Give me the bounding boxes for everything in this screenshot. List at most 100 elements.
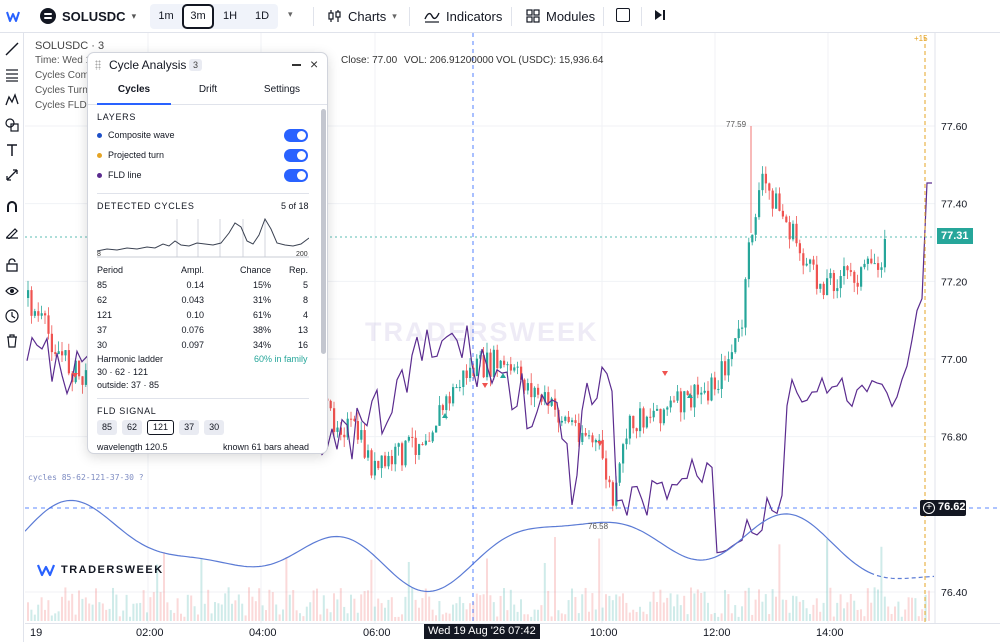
fld-chip-30[interactable]: 30 (204, 420, 225, 435)
volume-bar (727, 594, 730, 621)
panel-scrollbar[interactable] (321, 109, 326, 354)
toolbar-divider (409, 7, 410, 26)
volume-bar (78, 590, 80, 621)
app-logo-icon[interactable] (6, 8, 20, 24)
volume-bar (530, 616, 533, 621)
table-row[interactable]: 85 0.14 15% 5 (97, 280, 309, 295)
candle-body (673, 400, 676, 402)
trend-line-icon[interactable] (5, 42, 19, 56)
eye-icon[interactable] (5, 284, 19, 298)
layer-label: FLD line (108, 170, 142, 180)
candle-body (781, 210, 784, 217)
drag-handle-icon[interactable] (95, 60, 101, 70)
fld-chip-85[interactable]: 85 (97, 420, 118, 435)
tab-drift[interactable]: Drift (169, 84, 247, 95)
volume-bar (853, 600, 856, 621)
fld-chip-37[interactable]: 37 (179, 420, 200, 435)
indicators-icon (424, 12, 440, 23)
candle-body (771, 190, 774, 209)
timeframe-1d[interactable]: 1D (246, 4, 278, 29)
measure-icon[interactable] (5, 168, 19, 182)
timeframe-1m[interactable]: 1m (150, 4, 182, 29)
trash-icon[interactable] (5, 334, 19, 348)
modules-button[interactable]: Modules (526, 6, 595, 26)
candle-body (584, 432, 587, 436)
tab-cycles[interactable]: Cycles (95, 84, 173, 95)
candle-body (421, 444, 424, 446)
time-axis[interactable]: 19 02:00 04:00 06:00 10:00 12:00 14:00 W… (25, 623, 1000, 642)
fib-lines-icon[interactable] (5, 68, 19, 82)
candle-body (669, 400, 672, 408)
table-row[interactable]: 121 0.10 61% 4 (97, 310, 309, 325)
header-period: Period (97, 265, 124, 275)
timeframe-1h[interactable]: 1H (214, 4, 246, 29)
composite-wave-toggle[interactable] (284, 129, 308, 142)
candle-body (822, 283, 825, 296)
volume-bar (173, 612, 176, 621)
fld-line-toggle[interactable] (284, 169, 308, 182)
volume-bar (251, 596, 254, 621)
indicators-button[interactable]: Indicators (424, 6, 502, 26)
spectrum-max-label: 200 (296, 251, 308, 258)
divider (97, 398, 309, 399)
legend-cycles-turns[interactable]: Cycles Turns (35, 85, 93, 96)
minimize-icon[interactable] (292, 64, 301, 66)
panel-header[interactable]: Cycle Analysis 3 × (88, 53, 327, 77)
magnet-icon[interactable] (5, 200, 19, 214)
volume-bar (135, 603, 138, 621)
text-tool-icon[interactable] (5, 143, 19, 157)
fld-chip-121[interactable]: 121 (147, 420, 175, 435)
toolbar-divider (313, 7, 314, 26)
pattern-icon[interactable] (5, 93, 19, 107)
cycle-spectrum-chart[interactable] (97, 213, 309, 258)
cell-rep: 5 (302, 280, 308, 290)
volume-bar (105, 609, 108, 621)
timeframe-3m[interactable]: 3m (182, 4, 214, 29)
candle-body (611, 482, 614, 506)
toolbar-divider (603, 7, 604, 26)
legend-cycles-fld[interactable]: Cycles FLD (35, 100, 87, 111)
charts-button[interactable]: Charts ▾ (327, 6, 397, 26)
volume-bar (904, 609, 907, 621)
shapes-icon[interactable] (5, 118, 19, 132)
close-icon[interactable]: × (310, 56, 318, 72)
turn-marker (662, 371, 668, 376)
volume-bar (537, 609, 539, 621)
volume-bar (775, 596, 777, 621)
timeframe-more-icon[interactable]: ▾ (288, 9, 293, 20)
volume-bar (557, 610, 560, 621)
symbol-selector[interactable]: SOLUSDC ▾ (40, 5, 136, 27)
replay-icon[interactable] (654, 9, 666, 21)
volume-bar (353, 598, 356, 621)
volume-bar (27, 602, 29, 621)
volume-bar (101, 603, 104, 621)
cell-ampl: 0.043 (181, 295, 204, 305)
candle-body (591, 435, 594, 443)
projected-turn-marker: +15 (914, 34, 928, 43)
candle-body (826, 278, 829, 296)
volume-bar (394, 616, 397, 621)
table-row[interactable]: 30 0.097 34% 16 (97, 340, 309, 355)
plus-icon[interactable]: + (923, 502, 935, 514)
brand-name: TRADERSWEEK (61, 564, 164, 576)
candle-body (530, 383, 533, 398)
fld-chip-62[interactable]: 62 (122, 420, 143, 435)
tab-settings[interactable]: Settings (243, 84, 321, 95)
price-tick: 76.80 (941, 432, 967, 444)
volume-bar (506, 610, 509, 621)
lock-icon[interactable] (5, 258, 19, 272)
brush-icon[interactable] (5, 225, 19, 239)
table-row[interactable]: 37 0.076 38% 13 (97, 325, 309, 340)
candle-body (860, 267, 863, 287)
projected-turn-toggle[interactable] (284, 149, 308, 162)
fullscreen-icon[interactable] (616, 8, 630, 22)
volume-bar (312, 590, 315, 621)
volume-bar (761, 601, 764, 621)
candle-body (849, 270, 852, 272)
clock-icon[interactable] (5, 309, 19, 323)
volume-bar (812, 604, 815, 621)
candle-body (662, 409, 665, 424)
table-row[interactable]: 62 0.043 31% 8 (97, 295, 309, 310)
legend-cycles-composite[interactable]: Cycles Comp (35, 70, 94, 81)
volume-bar (764, 594, 767, 621)
